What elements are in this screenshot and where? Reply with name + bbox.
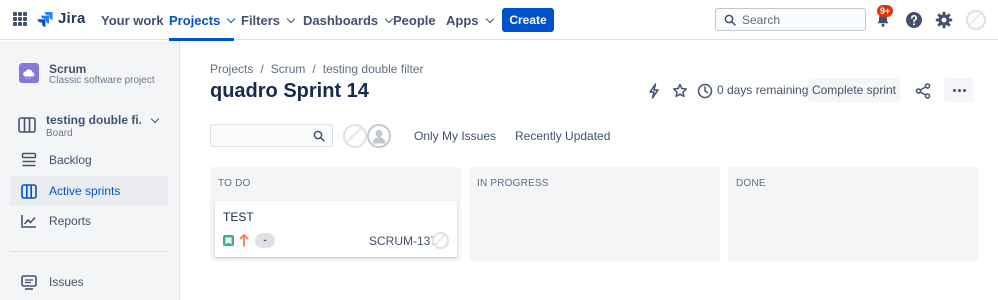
breadcrumb-separator: / — [312, 62, 316, 76]
board-column-in-progress: IN PROGRESS — [469, 167, 720, 261]
column-header: DONE — [736, 178, 766, 189]
star-icon — [672, 83, 688, 98]
chevron-down-icon — [286, 14, 296, 23]
complete-sprint-button[interactable]: Complete sprint — [808, 78, 900, 102]
story-points-badge: - — [255, 233, 275, 248]
nav-projects-label: Projects — [169, 12, 221, 28]
profile-avatar[interactable] — [966, 10, 986, 30]
share-button[interactable] — [914, 82, 932, 100]
board-label: Board — [46, 128, 73, 139]
assignee-avatar-filter[interactable] — [343, 124, 367, 148]
jira-logo[interactable]: Jira — [37, 10, 86, 27]
quick-filter-only-my-issues[interactable]: Only My Issues — [414, 125, 496, 147]
search-icon — [313, 130, 325, 142]
clock-icon — [697, 83, 713, 99]
board-name: testing double fi... — [46, 113, 141, 127]
project-name[interactable]: Scrum — [49, 62, 86, 76]
issue-summary: TEST — [223, 210, 254, 224]
top-navigation: Jira Your work Projects Filters Dashboar… — [0, 0, 998, 41]
issue-key[interactable]: SCRUM-137 — [369, 234, 437, 248]
sidebar-item-backlog[interactable]: Backlog — [10, 145, 168, 175]
board-switcher[interactable]: testing double fi... Board — [10, 107, 168, 145]
lightning-icon — [649, 83, 659, 99]
notifications-badge: 9+ — [877, 5, 894, 17]
chevron-down-icon — [227, 14, 236, 23]
cloud-icon — [23, 69, 35, 79]
sidebar-item-label: Issues — [49, 275, 84, 289]
days-remaining: 0 days remaining — [717, 83, 809, 97]
product-name: Jira — [58, 10, 86, 27]
board-icon — [21, 183, 37, 199]
nav-filters[interactable]: Filters — [241, 0, 296, 40]
breadcrumb-project[interactable]: Scrum — [271, 62, 306, 76]
search-icon — [724, 14, 736, 26]
sidebar-item-label: Reports — [49, 214, 92, 228]
nav-people-label: People — [393, 12, 436, 28]
sidebar-item-reports[interactable]: Reports — [10, 206, 168, 236]
nav-dashboards-label: Dashboards — [303, 12, 379, 28]
sidebar-item-active-sprints[interactable]: Active sprints — [10, 176, 168, 206]
clock-indicator — [696, 82, 714, 100]
settings-button[interactable] — [934, 10, 954, 30]
board-column-done: DONE — [728, 167, 979, 261]
issues-icon — [21, 274, 37, 290]
automation-button[interactable] — [645, 82, 663, 100]
unassigned-avatar-filter[interactable] — [367, 124, 391, 148]
story-icon — [223, 235, 234, 246]
nav-your-work-label: Your work — [101, 12, 164, 28]
column-header: TO DO — [218, 178, 251, 189]
reports-icon — [21, 215, 36, 228]
dot-icon — [957, 88, 961, 92]
board-icon — [18, 117, 36, 133]
gear-icon — [935, 11, 953, 29]
board-search[interactable] — [210, 124, 333, 147]
help-icon — [906, 12, 922, 28]
breadcrumb-separator: / — [260, 62, 264, 76]
nav-projects[interactable]: Projects — [169, 0, 236, 41]
nav-dashboards[interactable]: Dashboards — [303, 0, 394, 40]
create-button[interactable]: Create — [502, 8, 554, 32]
jira-logo-icon — [37, 11, 53, 27]
assignee-avatar[interactable] — [432, 232, 449, 249]
issue-card[interactable]: TEST - SCRUM-137 — [215, 201, 457, 257]
priority-high-icon — [239, 234, 249, 247]
nav-filters-label: Filters — [241, 12, 281, 28]
nav-people[interactable]: People — [393, 0, 436, 40]
dot-icon — [962, 88, 966, 92]
column-header: IN PROGRESS — [477, 178, 549, 189]
share-icon — [915, 83, 931, 99]
star-button[interactable] — [671, 82, 689, 100]
backlog-icon — [21, 152, 37, 167]
help-button[interactable] — [904, 10, 924, 30]
nav-your-work[interactable]: Your work — [101, 0, 164, 40]
nav-apps-label: Apps — [446, 12, 479, 28]
sidebar-item-label: Backlog — [49, 153, 92, 167]
search-input[interactable] — [742, 12, 852, 27]
page-title: quadro Sprint 14 — [210, 80, 369, 102]
project-sidebar: Scrum Classic software project testing d… — [0, 41, 180, 300]
breadcrumb-board[interactable]: testing double filter — [323, 62, 424, 76]
project-avatar — [19, 63, 39, 83]
chevron-down-icon — [485, 14, 494, 23]
sidebar-item-issues[interactable]: Issues — [10, 267, 168, 297]
project-type: Classic software project — [49, 75, 155, 86]
chevron-down-icon — [150, 114, 160, 124]
breadcrumb-projects[interactable]: Projects — [210, 62, 253, 76]
sidebar-divider — [10, 251, 168, 252]
dot-icon — [952, 88, 956, 92]
quick-filter-recently-updated[interactable]: Recently Updated — [515, 125, 610, 147]
more-actions-button[interactable] — [944, 78, 974, 102]
sidebar-item-label: Active sprints — [49, 184, 121, 198]
breadcrumb: Projects / Scrum / testing double filter — [210, 62, 423, 76]
app-switcher-icon[interactable] — [13, 12, 27, 26]
nav-apps[interactable]: Apps — [446, 0, 494, 40]
global-search[interactable] — [715, 8, 866, 31]
board-search-input[interactable] — [217, 128, 313, 142]
user-icon — [372, 129, 386, 144]
